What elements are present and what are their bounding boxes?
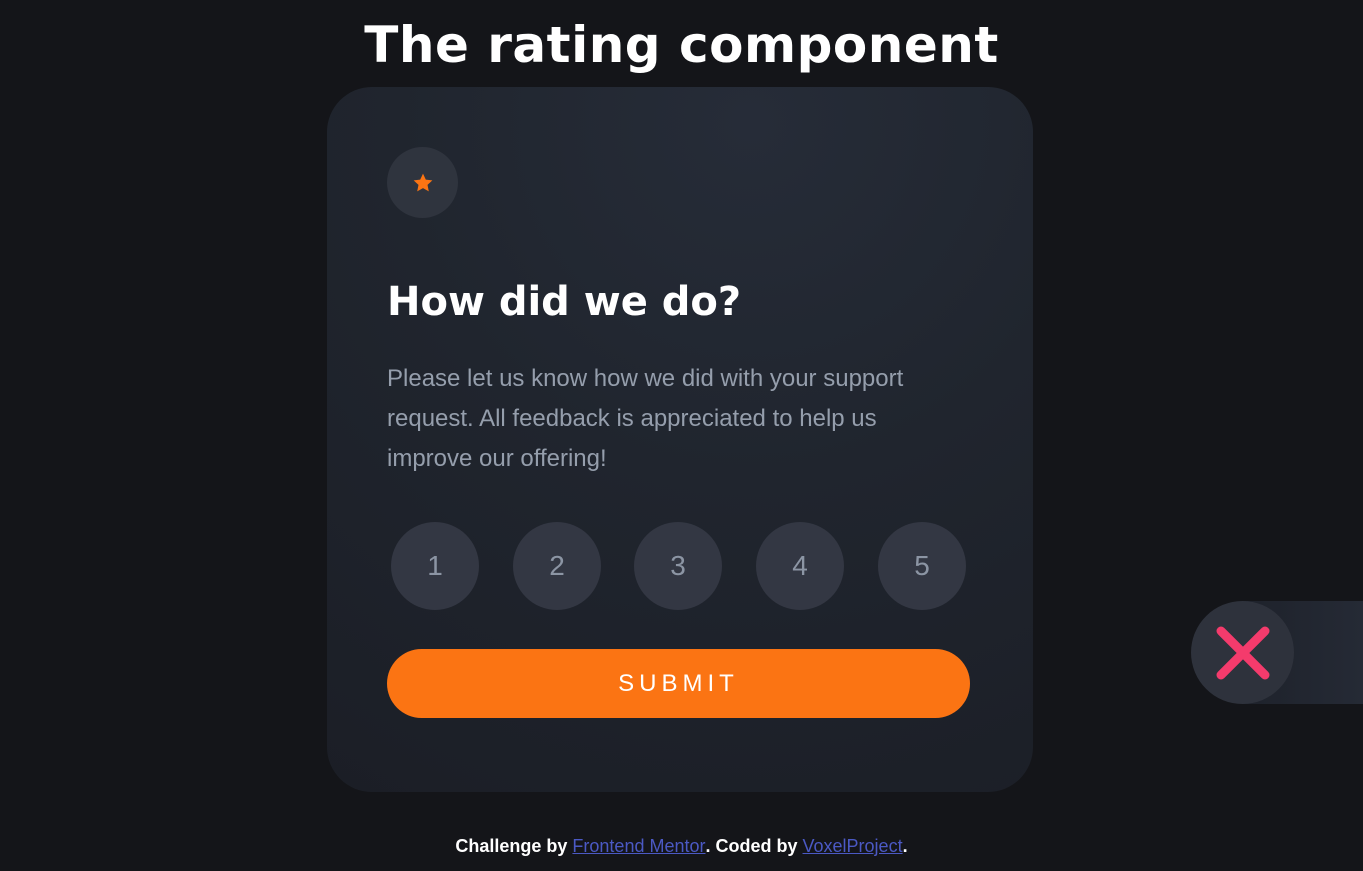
close-button[interactable] [1191,601,1294,704]
card-heading: How did we do? [387,279,742,325]
footer-challenge-text: Challenge by [455,836,573,856]
close-icon [1216,626,1269,679]
page-title: The rating component [364,16,999,74]
rating-card: How did we do? Please let us know how we… [327,87,1033,792]
star-icon [413,173,432,191]
submit-button[interactable]: SUBMIT [387,649,970,718]
rating-options: 1 2 3 4 5 [391,522,967,610]
star-badge [387,147,458,218]
rating-button-3[interactable]: 3 [634,522,722,610]
footer-coded-text: . Coded by [705,836,803,856]
footer-suffix: . [902,836,908,856]
page: The rating component How did we do? Plea… [0,0,1363,871]
rating-button-1[interactable]: 1 [391,522,479,610]
rating-button-2[interactable]: 2 [513,522,601,610]
rating-button-5[interactable]: 5 [878,522,966,610]
rating-button-4[interactable]: 4 [756,522,844,610]
frontend-mentor-link[interactable]: Frontend Mentor [572,836,705,856]
footer: Challenge by Frontend Mentor. Coded by V… [0,834,1363,858]
voxelproject-link[interactable]: VoxelProject [803,836,903,856]
card-description: Please let us know how we did with your … [387,365,904,472]
